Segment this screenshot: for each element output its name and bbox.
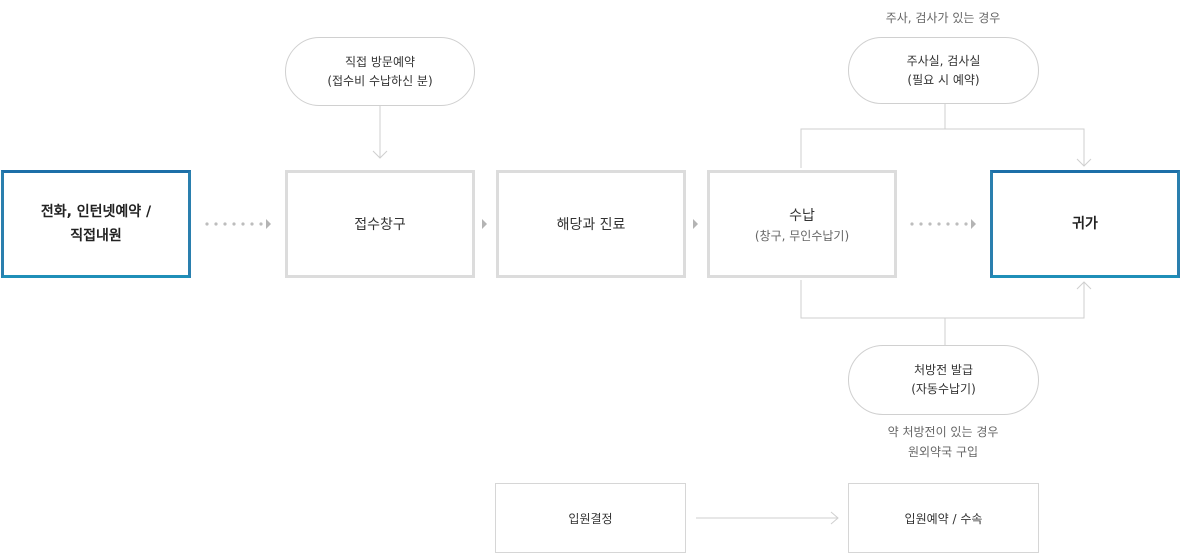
injection-line1: 주사실, 검사실 — [906, 53, 981, 68]
visit-line1: 직접 방문예약 — [344, 54, 416, 69]
start-line1: 전화, 인턴넷예약 / — [40, 204, 152, 220]
prescription-line2: (자동수납기) — [911, 382, 976, 396]
visit-reservation-node: 직접 방문예약 (접수비 수납하신 분) — [285, 37, 475, 106]
admission-decision-label: 입원결정 — [568, 511, 613, 526]
lower-branch-line — [800, 280, 1085, 319]
reception-step-box: 접수창구 — [285, 170, 475, 278]
prescription-line1: 처방전 발급 — [913, 363, 973, 377]
payment-label: 수납 — [789, 207, 815, 224]
injection-case-note: 주사, 검사가 있는 경우 — [885, 11, 1001, 25]
start-step-box: 전화, 인턴넷예약 / 직접내원 — [1, 170, 191, 278]
prescription-case-note: 약 처방전이 있는 경우 원외약국 구입 — [838, 422, 1048, 462]
start-line2: 직접내원 — [70, 228, 122, 244]
dotted-arrow-icon — [205, 219, 271, 229]
consult-step-box: 해당과 진료 — [496, 170, 686, 278]
home-step-box: 귀가 — [990, 170, 1180, 278]
visit-line2: (접수비 수납하신 분) — [327, 73, 433, 88]
admission-booking-label: 입원예약 / 수속 — [904, 511, 983, 526]
prescription-note-line1: 약 처방전이 있는 경우 — [887, 425, 999, 439]
reception-label: 접수창구 — [354, 217, 406, 233]
upper-branch-line — [800, 128, 1085, 168]
payment-step-box: 수납 (창구, 무인수납기) — [707, 170, 897, 278]
triangle-arrow-icon — [693, 219, 698, 229]
admission-booking-box: 입원예약 / 수속 — [848, 483, 1039, 553]
triangle-arrow-icon — [482, 219, 487, 229]
injection-room-node: 주사실, 검사실 (필요 시 예약) — [848, 37, 1039, 104]
prescription-note-line2: 원외약국 구입 — [907, 445, 979, 459]
payment-sub-label: (창구, 무인수납기) — [754, 228, 850, 243]
dotted-arrow-icon — [910, 219, 976, 229]
home-label: 귀가 — [1072, 216, 1098, 232]
admission-decision-box: 입원결정 — [495, 483, 686, 553]
prescription-node: 처방전 발급 (자동수납기) — [848, 345, 1039, 415]
consult-label: 해당과 진료 — [556, 217, 626, 233]
injection-line2: (필요 시 예약) — [907, 72, 980, 87]
